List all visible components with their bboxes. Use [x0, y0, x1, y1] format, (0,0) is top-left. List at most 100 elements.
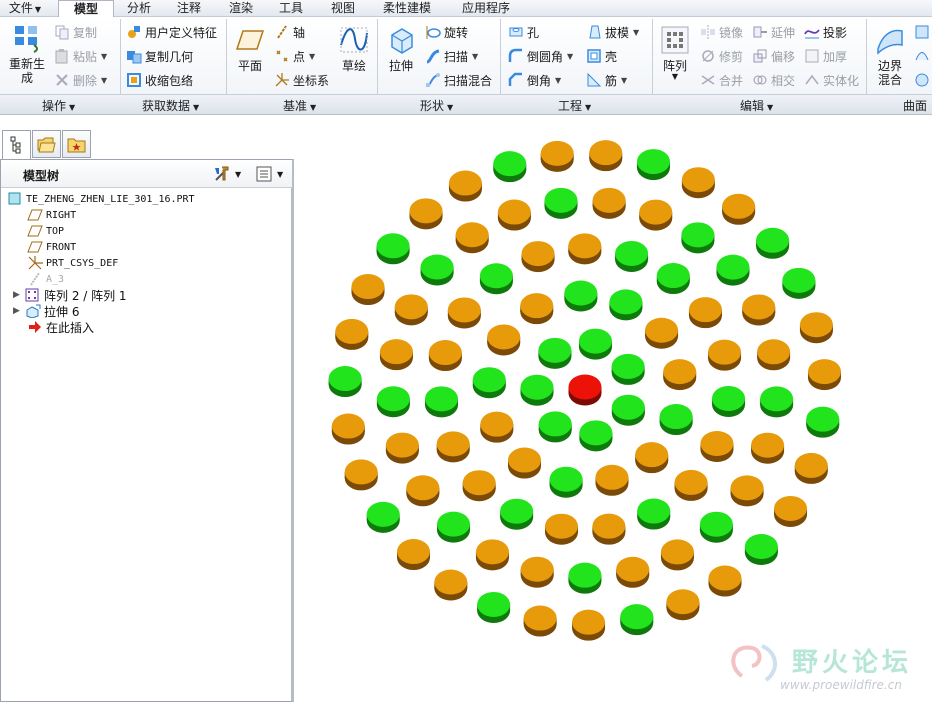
pattern-cylinder[interactable]: [708, 339, 742, 371]
draft-button[interactable]: 拔模 ▼: [586, 22, 639, 42]
pattern-cylinder[interactable]: [663, 359, 697, 391]
pattern-cylinder[interactable]: [328, 366, 362, 398]
group-datum[interactable]: 基准 ▼: [283, 97, 316, 114]
pattern-cylinder[interactable]: [611, 394, 645, 426]
tab-annotate[interactable]: 注释: [166, 0, 212, 17]
pattern-cylinder[interactable]: [425, 386, 459, 418]
delete-button[interactable]: 删除 ▼: [54, 70, 107, 90]
mirror-button[interactable]: 镜像: [700, 22, 743, 42]
paste-button[interactable]: 粘贴 ▼: [54, 46, 107, 66]
swept-blend-button[interactable]: 扫描混合: [425, 70, 492, 90]
pattern-cylinder[interactable]: [479, 263, 513, 295]
pattern-cylinder[interactable]: [472, 367, 506, 399]
pattern-cylinder[interactable]: [523, 605, 557, 637]
pattern-cylinder[interactable]: [544, 513, 578, 545]
pattern-cylinder[interactable]: [538, 337, 572, 369]
pattern-cylinder[interactable]: [578, 328, 612, 360]
pattern-cylinder[interactable]: [774, 495, 808, 527]
pattern-cylinder[interactable]: [538, 411, 572, 443]
tree-node-top-plane[interactable]: TOP: [27, 223, 64, 239]
pattern-cylinder[interactable]: [544, 187, 578, 219]
pattern-cylinder[interactable]: [420, 254, 454, 286]
regenerate-button[interactable]: 重新生 成: [6, 23, 48, 85]
pattern-cylinder[interactable]: [595, 464, 629, 496]
pattern-cylinder[interactable]: [568, 233, 602, 265]
tab-model-tree[interactable]: [2, 130, 31, 160]
pattern-cylinder[interactable]: [462, 470, 496, 502]
tree-node-axis[interactable]: A_3: [27, 271, 64, 287]
pattern-cylinder[interactable]: [447, 297, 481, 329]
pattern-cylinder[interactable]: [722, 193, 756, 225]
pattern-cylinder[interactable]: [434, 569, 468, 601]
pattern-cylinder[interactable]: [609, 289, 643, 321]
pattern-cylinder[interactable]: [756, 227, 790, 259]
axis-button[interactable]: 轴: [274, 22, 305, 42]
pattern-cylinder[interactable]: [681, 222, 715, 254]
pattern-cylinder[interactable]: [681, 167, 715, 199]
pattern-cylinder[interactable]: [742, 294, 776, 326]
pattern-cylinder[interactable]: [620, 604, 654, 636]
group-surfaces[interactable]: 曲面: [903, 97, 927, 114]
pattern-cylinder[interactable]: [493, 151, 527, 183]
tab-tools[interactable]: 工具: [268, 0, 314, 17]
tree-node-csys[interactable]: PRT_CSYS_DEF: [27, 255, 118, 271]
pattern-cylinder[interactable]: [568, 562, 602, 594]
pattern-cylinder[interactable]: [807, 359, 841, 391]
pattern-cylinder[interactable]: [660, 539, 694, 571]
tree-node-insert-here[interactable]: 在此插入: [27, 319, 94, 335]
tab-file[interactable]: 文件 ▼: [0, 0, 50, 17]
pattern-cylinder[interactable]: [757, 339, 791, 371]
pattern-cylinder[interactable]: [592, 513, 626, 545]
extend-button[interactable]: 延伸: [752, 22, 795, 42]
pattern-cylinder[interactable]: [409, 198, 443, 230]
solidify-button[interactable]: 实体化: [804, 70, 859, 90]
pattern-cylinder[interactable]: [688, 297, 722, 329]
pattern-cylinder[interactable]: [540, 140, 574, 172]
chamfer-button[interactable]: 倒角 ▼: [508, 70, 561, 90]
trim-button[interactable]: 修剪: [700, 46, 743, 66]
fill-surface-button[interactable]: [914, 22, 932, 42]
group-shapes[interactable]: 形状 ▼: [420, 97, 453, 114]
shrinkwrap-button[interactable]: 收缩包络: [126, 70, 193, 90]
pattern-cylinder[interactable]: [699, 511, 733, 543]
style-surface-button[interactable]: [914, 46, 932, 66]
pattern-cylinder[interactable]: [475, 539, 509, 571]
shell-button[interactable]: 壳: [586, 46, 617, 66]
tab-flexible-modeling[interactable]: 柔性建模: [372, 0, 442, 17]
pattern-cylinder[interactable]: [712, 385, 746, 417]
pattern-cylinder[interactable]: [406, 475, 440, 507]
pattern-cylinder[interactable]: [760, 386, 794, 418]
pattern-cylinder[interactable]: [477, 591, 511, 623]
tree-node-extrude[interactable]: ▶ 拉伸 6: [13, 303, 79, 319]
pattern-cylinder[interactable]: [639, 199, 673, 231]
tab-analysis[interactable]: 分析: [116, 0, 162, 17]
point-button[interactable]: 点 ▼: [274, 46, 315, 66]
pattern-cylinder[interactable]: [656, 263, 690, 295]
pattern-cylinder[interactable]: [564, 280, 598, 312]
pattern-cylinder[interactable]: [344, 459, 378, 491]
pattern-cylinder[interactable]: [782, 267, 816, 299]
tab-render[interactable]: 渲染: [218, 0, 264, 17]
sketch-button[interactable]: 草绘: [336, 25, 372, 73]
tree-settings-button[interactable]: ▼: [213, 165, 241, 183]
pattern-cylinder[interactable]: [497, 199, 531, 231]
pattern-cylinder[interactable]: [520, 556, 554, 588]
group-get-data[interactable]: 获取数据 ▼: [142, 97, 199, 114]
pattern-cylinder[interactable]: [508, 447, 542, 479]
pattern-cylinder[interactable]: [666, 589, 700, 621]
csys-button[interactable]: 坐标系: [274, 70, 329, 90]
pattern-cylinder[interactable]: [520, 374, 554, 406]
expand-arrow-icon[interactable]: ▶: [13, 306, 25, 316]
plane-button[interactable]: 平面: [232, 25, 268, 73]
pattern-cylinder[interactable]: [589, 140, 623, 172]
pattern-cylinder[interactable]: [611, 353, 645, 385]
boundary-blend-button[interactable]: 边界 混合: [872, 25, 908, 87]
round-button[interactable]: 倒圆角 ▼: [508, 46, 573, 66]
tree-node-pattern[interactable]: ▶ 阵列 2 / 阵列 1: [13, 287, 127, 303]
copy-geometry-button[interactable]: 复制几何: [126, 46, 193, 66]
group-operations[interactable]: 操作 ▼: [42, 97, 75, 114]
pattern-cylinder[interactable]: [635, 442, 669, 474]
tab-view[interactable]: 视图: [320, 0, 366, 17]
pattern-cylinder[interactable]: [616, 556, 650, 588]
pattern-cylinder[interactable]: [806, 406, 840, 438]
